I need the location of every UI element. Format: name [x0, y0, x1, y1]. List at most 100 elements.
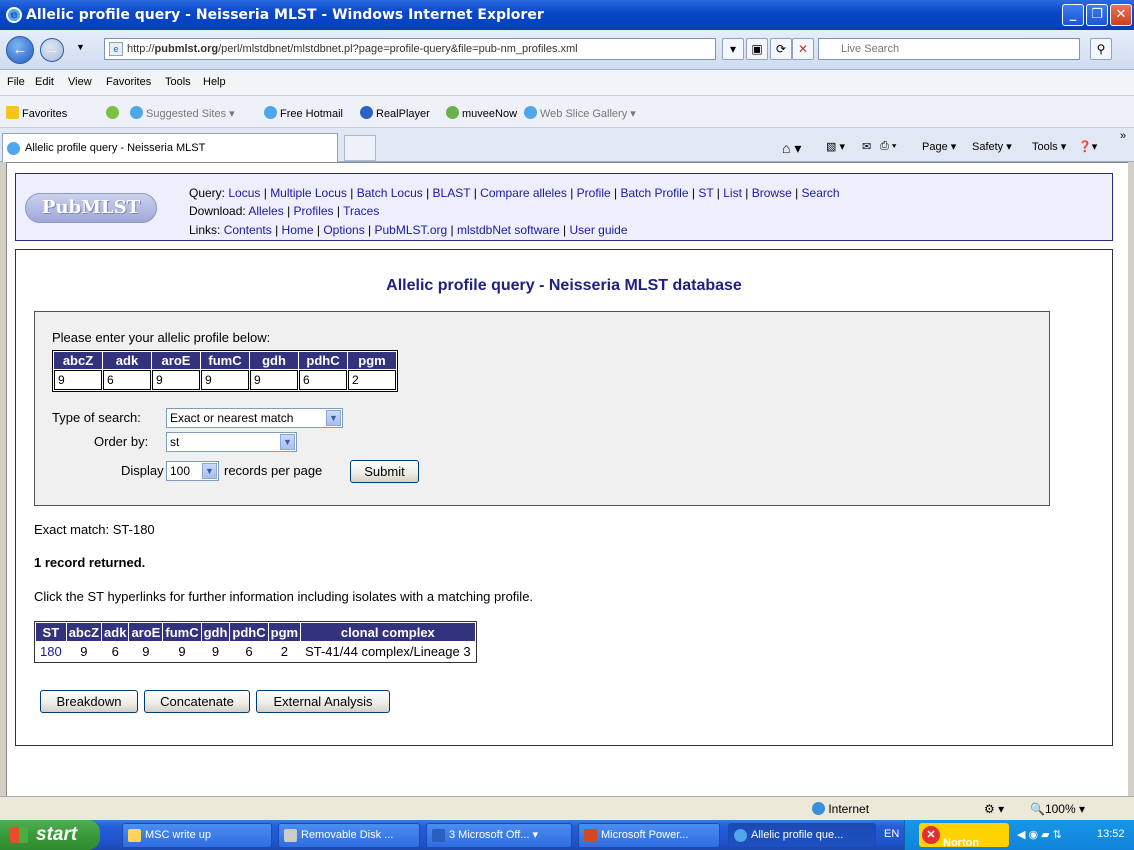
- link-separator: |: [741, 186, 752, 200]
- menu-tools[interactable]: Tools: [165, 76, 191, 88]
- search-icon[interactable]: ⚲: [1090, 38, 1112, 60]
- more-commands-icon[interactable]: »: [1120, 130, 1126, 142]
- nav-link[interactable]: mlstdbNet software: [457, 223, 560, 237]
- locus-input[interactable]: 9: [54, 370, 102, 390]
- download-nav: Download: Alleles | Profiles | Traces: [189, 204, 380, 218]
- locus-input[interactable]: 9: [201, 370, 249, 390]
- window-titlebar[interactable]: e Allelic profile query - Neisseria MLST…: [0, 0, 1134, 30]
- locus-input[interactable]: 2: [348, 370, 396, 390]
- breakdown-button[interactable]: Breakdown: [40, 690, 138, 713]
- display-count-select[interactable]: 100 ▼: [166, 461, 219, 481]
- task-removable-disk[interactable]: Removable Disk ...: [278, 823, 420, 848]
- table-row: 180 9 6 9 9 9 6 2 ST-41/44 complex/Lineage 3: [36, 642, 475, 661]
- pubmlst-logo[interactable]: PubMLST: [25, 193, 157, 223]
- task-microsoft-office[interactable]: 3 Microsoft Off... ▾: [426, 823, 572, 848]
- new-tab-button[interactable]: [344, 135, 376, 161]
- results-cell: 9: [211, 644, 220, 659]
- link-separator: |: [422, 186, 433, 200]
- task-msc-write-up[interactable]: MSC write up: [122, 823, 272, 848]
- nav-link[interactable]: Contents: [224, 223, 272, 237]
- search-placeholder: Live Search: [841, 43, 900, 55]
- menu-view[interactable]: View: [68, 76, 92, 88]
- chevron-down-icon: ▼: [202, 463, 217, 479]
- fav-suggested-sites[interactable]: Suggested Sites ▾: [130, 106, 235, 120]
- query-link[interactable]: BLAST: [433, 186, 471, 200]
- query-link[interactable]: Browse: [752, 186, 792, 200]
- query-link[interactable]: Profile: [577, 186, 611, 200]
- display-count-value: 100: [170, 464, 191, 478]
- tools-menu[interactable]: Tools ▾: [1032, 140, 1066, 153]
- add-favorite-icon[interactable]: [106, 106, 122, 120]
- print-icon[interactable]: ⎙ ▾: [880, 140, 896, 153]
- home-icon[interactable]: ⌂ ▾: [782, 140, 801, 157]
- locus-header: aroE: [152, 352, 200, 369]
- locus-input[interactable]: 9: [152, 370, 200, 390]
- locus-input[interactable]: 6: [103, 370, 151, 390]
- compatibility-view-icon[interactable]: ▣: [746, 38, 768, 60]
- tray-icons[interactable]: ◀ ◉ ▰ ⇅: [1017, 828, 1062, 841]
- nav-link[interactable]: Options: [323, 223, 364, 237]
- start-button[interactable]: start: [0, 820, 100, 850]
- task-powerpoint[interactable]: Microsoft Power...: [578, 823, 720, 848]
- query-link[interactable]: Batch Profile: [620, 186, 688, 200]
- recent-pages-dropdown-icon[interactable]: ▼: [76, 42, 85, 52]
- tab-allelic-profile[interactable]: Allelic profile query - Neisseria MLST: [2, 133, 338, 162]
- nav-link[interactable]: Home: [282, 223, 314, 237]
- query-link[interactable]: Search: [802, 186, 840, 200]
- menu-file[interactable]: File: [7, 76, 25, 88]
- link-separator: |: [260, 186, 271, 200]
- query-link[interactable]: Compare alleles: [480, 186, 567, 200]
- menu-favorites[interactable]: Favorites: [106, 76, 151, 88]
- protected-mode-icon[interactable]: ⚙ ▾: [984, 802, 1004, 816]
- tab-bar: Allelic profile query - Neisseria MLST ⌂…: [0, 128, 1134, 162]
- query-link[interactable]: Batch Locus: [357, 186, 423, 200]
- minimize-button[interactable]: _: [1062, 4, 1084, 26]
- locus-header: abcZ: [54, 352, 102, 369]
- st-link[interactable]: 180: [40, 644, 62, 659]
- query-link[interactable]: List: [723, 186, 742, 200]
- fav-free-hotmail[interactable]: Free Hotmail: [264, 106, 343, 120]
- query-link[interactable]: Multiple Locus: [270, 186, 347, 200]
- page-menu[interactable]: Page ▾: [922, 140, 956, 153]
- safety-menu[interactable]: Safety ▾: [972, 140, 1012, 153]
- locus-input[interactable]: 6: [299, 370, 347, 390]
- language-indicator[interactable]: EN: [884, 828, 899, 840]
- order-by-select[interactable]: st ▼: [166, 432, 297, 452]
- folder-icon: [128, 829, 141, 842]
- search-input[interactable]: Live Search: [818, 38, 1080, 60]
- query-link[interactable]: Locus: [228, 186, 260, 200]
- address-field[interactable]: e http://pubmlst.org/perl/mlstdbnet/mlst…: [104, 38, 716, 60]
- stop-icon[interactable]: ✕: [792, 38, 814, 60]
- clock: 13:52: [1097, 828, 1125, 840]
- search-type-select[interactable]: Exact or nearest match ▼: [166, 408, 343, 428]
- menu-help[interactable]: Help: [203, 76, 226, 88]
- fav-realplayer[interactable]: RealPlayer: [360, 106, 430, 120]
- nav-link[interactable]: User guide: [570, 223, 628, 237]
- address-dropdown-icon[interactable]: ▾: [722, 38, 744, 60]
- feeds-icon[interactable]: ▧ ▾: [826, 140, 845, 153]
- concatenate-button[interactable]: Concatenate: [144, 690, 250, 713]
- maximize-button[interactable]: ❐: [1086, 4, 1108, 26]
- query-link[interactable]: ST: [698, 186, 713, 200]
- favorites-button[interactable]: Favorites: [6, 106, 67, 120]
- download-link[interactable]: Traces: [343, 204, 379, 218]
- refresh-icon[interactable]: ⟳: [770, 38, 792, 60]
- forward-button[interactable]: →: [40, 38, 64, 62]
- close-button[interactable]: ✕: [1110, 4, 1132, 26]
- norton-tray-button[interactable]: ✕ Norton: [919, 823, 1009, 849]
- task-internet-explorer[interactable]: Allelic profile que...: [728, 823, 876, 848]
- fav-muveenow[interactable]: muveeNow: [446, 106, 517, 120]
- download-link[interactable]: Profiles: [294, 204, 334, 218]
- fav-web-slice-gallery[interactable]: Web Slice Gallery ▾: [524, 106, 636, 120]
- external-analysis-button[interactable]: External Analysis: [256, 690, 390, 713]
- download-link[interactable]: Alleles: [248, 204, 283, 218]
- help-icon[interactable]: ❓▾: [1078, 140, 1097, 153]
- zoom-control[interactable]: 🔍100% ▾: [1030, 802, 1085, 816]
- submit-button[interactable]: Submit: [350, 460, 419, 483]
- locus-input[interactable]: 9: [250, 370, 298, 390]
- back-button[interactable]: ←: [6, 36, 34, 64]
- powerpoint-icon: [584, 829, 597, 842]
- read-mail-icon[interactable]: ✉: [862, 140, 871, 153]
- menu-edit[interactable]: Edit: [35, 76, 54, 88]
- nav-link[interactable]: PubMLST.org: [375, 223, 448, 237]
